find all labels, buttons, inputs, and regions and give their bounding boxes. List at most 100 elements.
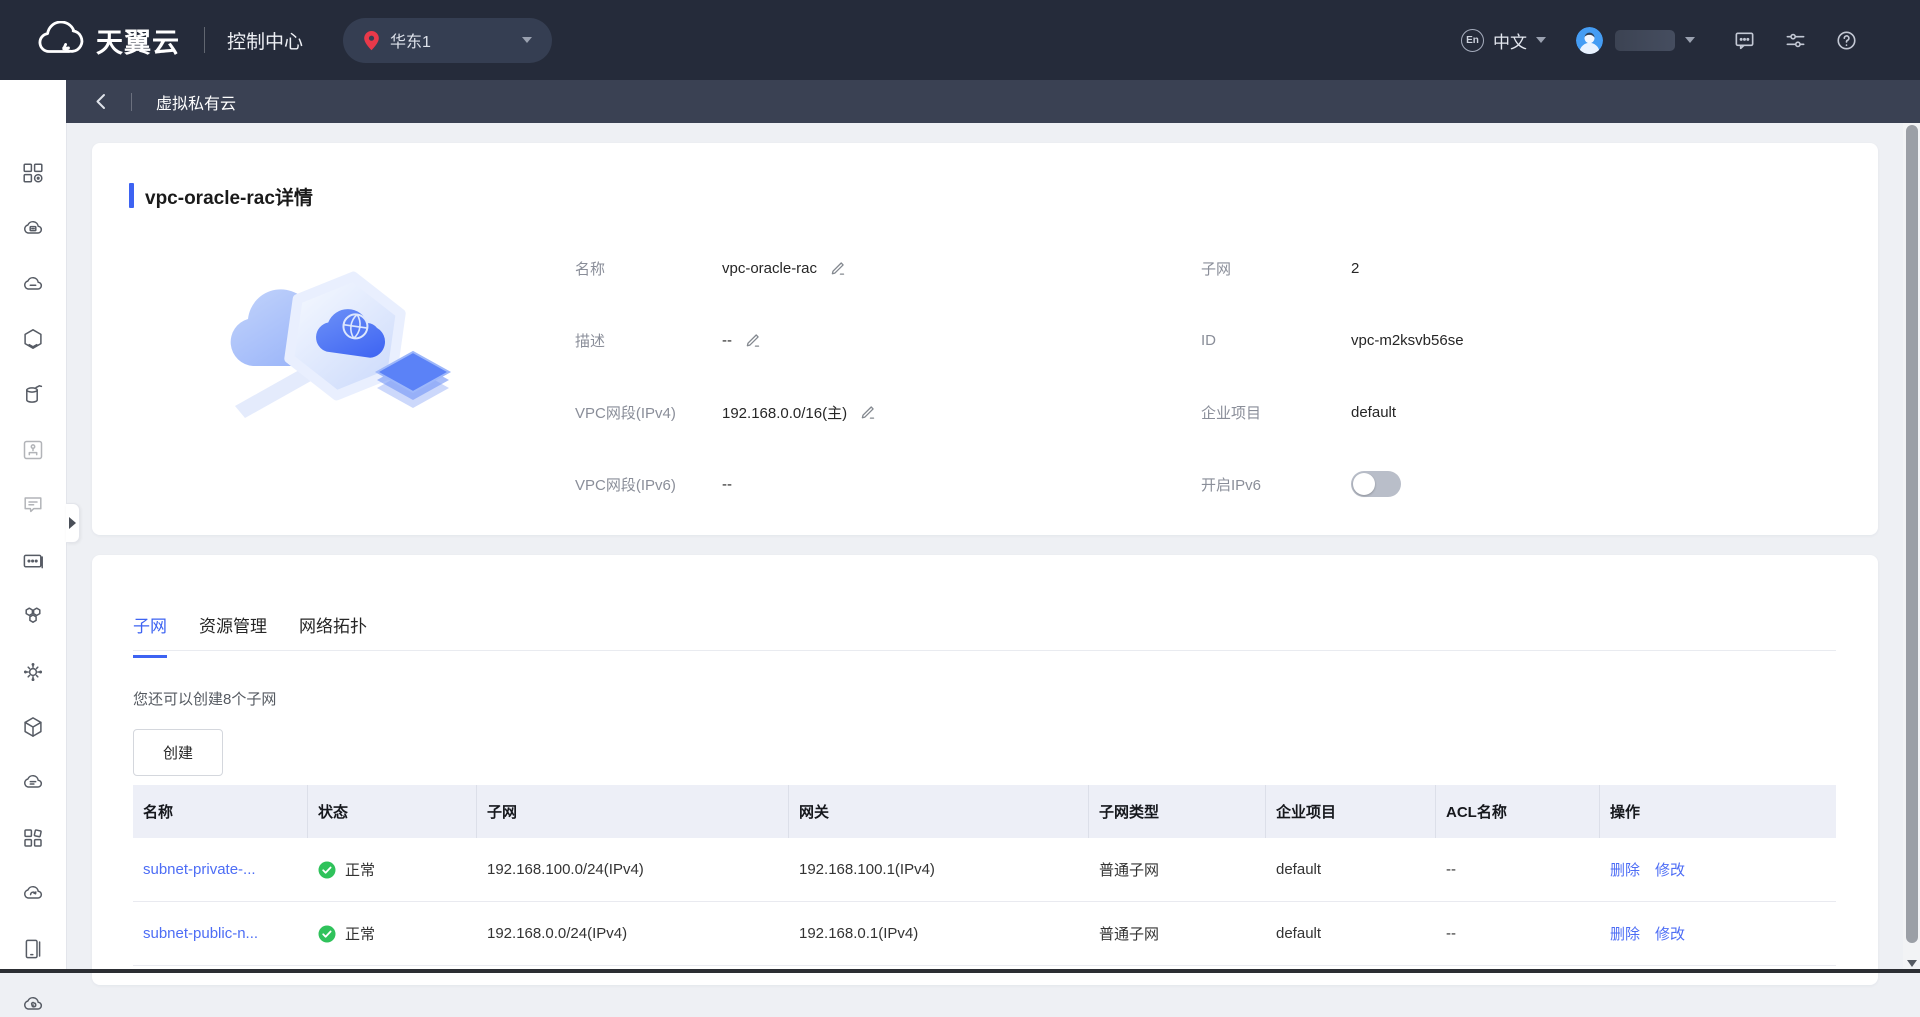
settings-sliders-icon[interactable] [1784,29,1807,52]
acl-cell: -- [1436,902,1600,965]
page-subheader: 虚拟私有云 [66,80,1920,123]
field-row-subnet-count: 子网 2 [1201,232,1464,304]
ai-star-icon[interactable] [20,659,46,685]
header-right-group: En 中文 [1461,27,1858,54]
database-icon[interactable] [20,382,46,408]
vertical-scrollbar[interactable] [1903,123,1920,973]
vpc-name-value: vpc-oracle-rac [722,260,817,277]
status-cell: 正常 [308,902,477,965]
cloud-service-icon[interactable] [20,991,46,1017]
sidebar [0,80,67,973]
delete-link[interactable]: 删除 [1610,859,1640,880]
header-divider [204,27,205,53]
tab-subnet[interactable]: 子网 [133,612,167,658]
topology-icon[interactable] [20,437,46,463]
top-header: 天翼云 控制中心 华东1 En 中文 [0,0,1920,80]
sidebar-expand-handle[interactable] [66,503,80,543]
cube-icon[interactable] [20,714,46,740]
user-menu[interactable] [1576,27,1695,54]
vpc-illustration [217,248,457,438]
language-switcher[interactable]: En 中文 [1461,28,1546,53]
language-en-icon: En [1461,29,1484,52]
region-selector[interactable]: 华东1 [343,18,552,63]
subnet-type-cell: 普通子网 [1089,838,1266,901]
table-header-row: 名称 状态 子网 网关 子网类型 企业项目 ACL名称 操作 [133,785,1836,838]
detail-fields-right: 子网 2 ID vpc-m2ksvb56se 企业项目 default 开启IP… [1201,232,1464,520]
vpc-detail-card: vpc-oracle-rac详情 名称 [92,143,1878,535]
console-center-link[interactable]: 控制中心 [227,27,303,54]
gateway-cell: 192.168.0.1(IPv4) [789,902,1089,965]
cloud-sync-icon[interactable] [20,880,46,906]
vpc-id-value: vpc-m2ksvb56se [1351,332,1464,349]
region-label: 华东1 [390,28,431,52]
subnet-count-value: 2 [1351,260,1359,277]
edit-name-icon[interactable] [830,260,846,276]
ipv6-toggle[interactable] [1351,471,1401,497]
modify-link[interactable]: 修改 [1655,923,1685,944]
subnet-name-link[interactable]: subnet-private-... [143,861,256,878]
device-panel-icon[interactable] [20,936,46,962]
column-header-project: 企业项目 [1266,785,1436,838]
container-hexagon-icon[interactable] [20,326,46,352]
ctyun-logo-icon [36,21,86,59]
subnet-name-link[interactable]: subnet-public-n... [143,925,258,942]
network-hexagons-icon[interactable] [20,603,46,629]
subheader-divider [131,93,132,111]
column-header-acl: ACL名称 [1436,785,1600,838]
acl-cell: -- [1436,838,1600,901]
column-header-type: 子网类型 [1089,785,1266,838]
status-ok-icon [318,925,336,943]
feedback-icon[interactable] [1733,29,1756,52]
gateway-cell: 192.168.100.1(IPv4) [789,838,1089,901]
brand-name: 天翼云 [96,21,180,60]
actions-cell: 删除 修改 [1600,902,1836,965]
field-row-cidr-ipv4: VPC网段(IPv4) 192.168.0.0/16(主) [575,376,876,448]
apps-squares-icon[interactable] [20,825,46,851]
field-row-description: 描述 -- [575,304,876,376]
table-row: subnet-public-n... 正常 192.168.0.0/24(IPv… [133,902,1836,966]
column-header-name: 名称 [133,785,308,838]
toggle-knob [1353,473,1375,495]
enterprise-project-value: default [1351,404,1396,421]
title-accent-bar [129,183,134,208]
subnet-quota-hint: 您还可以创建8个子网 [133,688,276,709]
vpc-cidr-ipv6-value: -- [722,476,732,493]
subnet-cidr-cell: 192.168.0.0/24(IPv4) [477,902,789,965]
delete-link[interactable]: 删除 [1610,923,1640,944]
page-title: 虚拟私有云 [156,90,236,114]
status-text: 正常 [345,923,375,944]
scrollbar-thumb[interactable] [1906,125,1918,943]
chevron-down-icon [522,37,532,43]
column-header-gateway: 网关 [789,785,1089,838]
field-row-enterprise-project: 企业项目 default [1201,376,1464,448]
vpc-description-value: -- [722,332,732,349]
status-text: 正常 [345,859,375,880]
subnet-tabs-card: 子网 资源管理 网络拓扑 您还可以创建8个子网 创建 名称 状态 子网 网关 子… [92,555,1878,985]
help-icon[interactable] [1835,29,1858,52]
project-cell: default [1266,838,1436,901]
actions-cell: 删除 修改 [1600,838,1836,901]
username-masked [1615,30,1675,51]
feedback-message-icon[interactable] [20,492,46,518]
tab-network-topology[interactable]: 网络拓扑 [299,612,367,658]
tab-resource-management[interactable]: 资源管理 [199,612,267,658]
field-row-vpc-id: ID vpc-m2ksvb56se [1201,304,1464,376]
field-row-cidr-ipv6: VPC网段(IPv6) -- [575,448,876,520]
create-subnet-button[interactable]: 创建 [133,729,223,776]
ecs-cloud-icon[interactable] [20,215,46,241]
edit-description-icon[interactable] [745,332,761,348]
edit-cidr-icon[interactable] [860,404,876,420]
language-label: 中文 [1493,28,1527,53]
storage-cloud-icon[interactable] [20,271,46,297]
billing-card-icon[interactable] [20,548,46,574]
modify-link[interactable]: 修改 [1655,859,1685,880]
back-button[interactable] [94,93,107,110]
console-dashboard-icon[interactable] [20,160,46,186]
status-cell: 正常 [308,838,477,901]
avatar [1576,27,1603,54]
scroll-down-arrow-icon[interactable] [1907,960,1917,967]
subnet-type-cell: 普通子网 [1089,902,1266,965]
cloud-docs-icon[interactable] [20,769,46,795]
location-pin-icon [363,30,380,51]
chevron-down-icon [1685,37,1695,43]
